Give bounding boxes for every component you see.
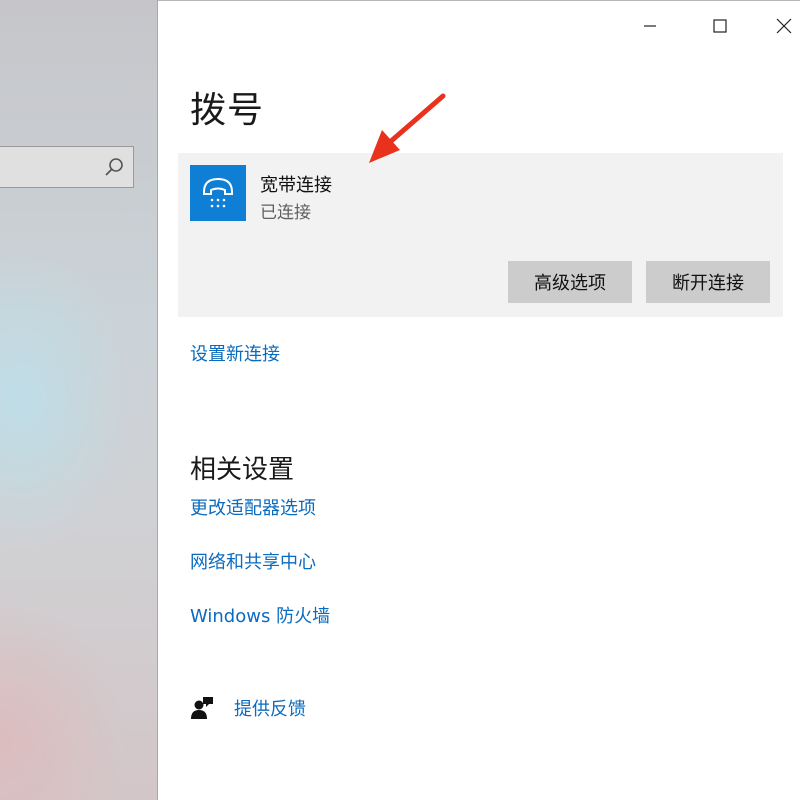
close-icon <box>776 18 792 34</box>
minimize-button[interactable] <box>630 11 670 41</box>
broadband-connection-card[interactable]: 宽带连接 已连接 高级选项 断开连接 <box>178 153 783 317</box>
minimize-icon <box>644 25 656 27</box>
feedback-person-icon <box>191 697 213 719</box>
settings-search-box[interactable] <box>0 146 134 188</box>
setup-new-connection-link[interactable]: 设置新连接 <box>190 340 280 366</box>
maximize-icon <box>713 19 727 33</box>
connection-status: 已连接 <box>260 203 311 223</box>
connection-name: 宽带连接 <box>260 175 332 196</box>
change-adapter-options-link[interactable]: 更改适配器选项 <box>190 494 316 520</box>
windows-firewall-link[interactable]: Windows 防火墙 <box>190 602 330 628</box>
page-title: 拨号 <box>190 90 265 131</box>
search-icon[interactable] <box>103 156 125 178</box>
disconnect-button[interactable]: 断开连接 <box>646 261 770 303</box>
dialup-settings-page: 拨号 宽带连接 已连接 高级选项 断开连接 设置新连接 相关设置 更改适配器选项… <box>158 1 800 800</box>
maximize-button[interactable] <box>700 11 740 41</box>
advanced-options-button[interactable]: 高级选项 <box>508 261 632 303</box>
related-settings-heading: 相关设置 <box>190 455 295 485</box>
phone-icon <box>203 177 233 208</box>
feedback-link[interactable]: 提供反馈 <box>190 693 306 723</box>
settings-sidebar <box>0 0 157 800</box>
feedback-label: 提供反馈 <box>234 699 306 720</box>
connection-tile <box>190 165 246 221</box>
close-button[interactable] <box>764 11 800 41</box>
network-sharing-center-link[interactable]: 网络和共享中心 <box>190 548 316 574</box>
